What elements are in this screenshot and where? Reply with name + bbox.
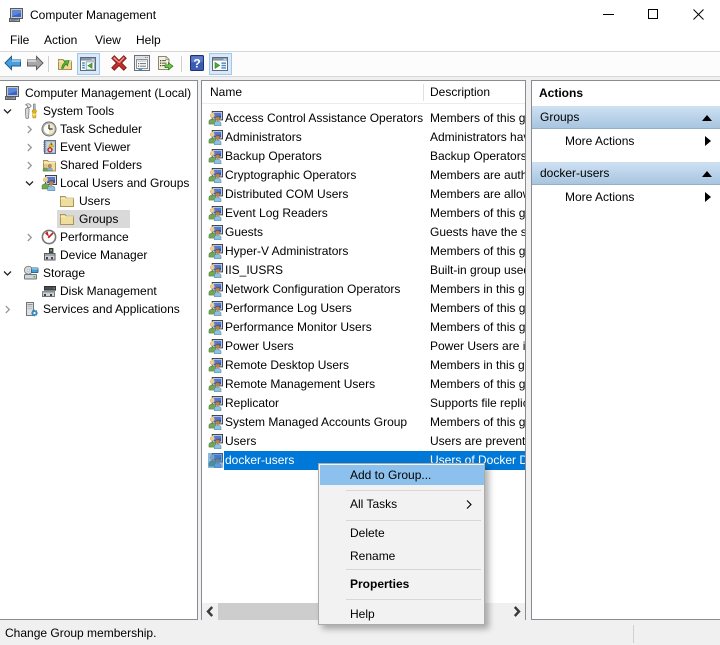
svg-text:?: ?	[193, 57, 200, 71]
